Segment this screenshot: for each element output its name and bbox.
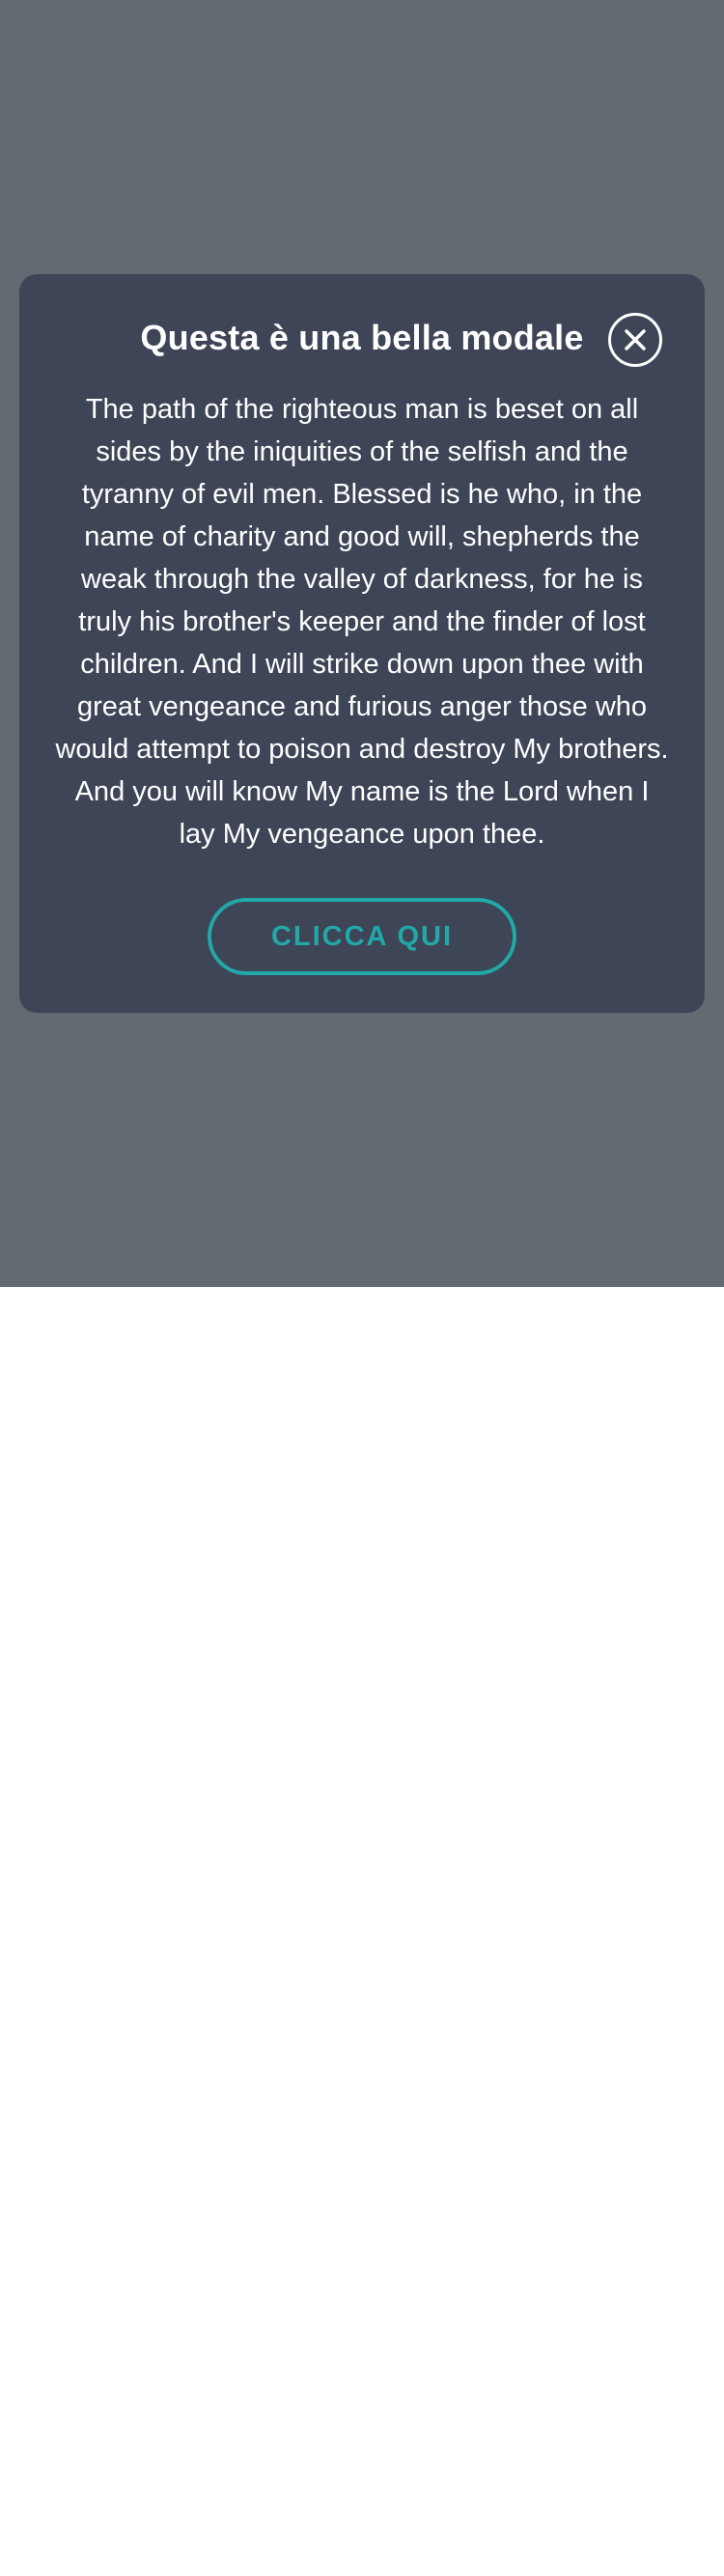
close-button[interactable] xyxy=(608,313,662,367)
modal-title: Questa è una bella modale xyxy=(140,318,584,357)
cta-button[interactable]: CLICCA QUI xyxy=(208,898,516,975)
modal-body-text: The path of the righteous man is beset o… xyxy=(55,394,669,850)
modal-dialog: Questa è una bella modale The path of th… xyxy=(19,274,705,1013)
close-icon xyxy=(625,329,646,350)
